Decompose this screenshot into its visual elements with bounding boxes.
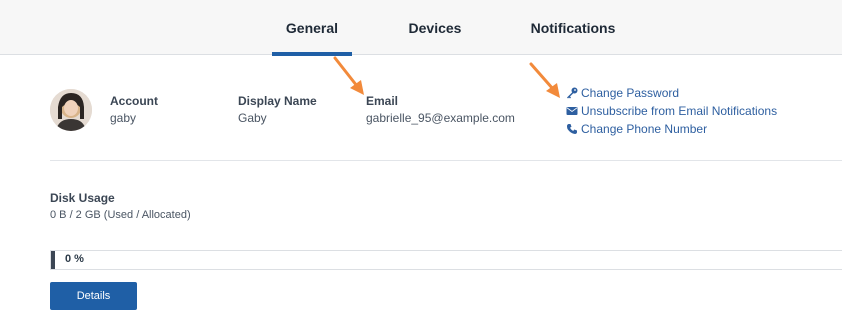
disk-usage-detail: 0 B / 2 GB (Used / Allocated) xyxy=(50,209,191,221)
unsubscribe-link[interactable]: Unsubscribe from Email Notifications xyxy=(566,102,777,120)
change-password-link[interactable]: Change Password xyxy=(566,84,777,102)
avatar xyxy=(50,89,92,131)
progress-text: 0 % xyxy=(65,253,84,265)
account-actions: Change Password Unsubscribe from Email N… xyxy=(566,84,777,138)
envelope-icon xyxy=(566,107,578,115)
key-icon xyxy=(567,87,578,99)
account-label: Account xyxy=(110,94,158,108)
disk-usage-progress: 0 % xyxy=(50,250,842,270)
display-name-label: Display Name xyxy=(238,94,317,108)
tab-bar: General Devices Notifications xyxy=(0,0,842,56)
disk-usage-title: Disk Usage xyxy=(50,191,115,205)
phone-icon xyxy=(567,124,577,134)
section-divider xyxy=(50,160,842,161)
details-button[interactable]: Details xyxy=(50,282,137,310)
tab-devices[interactable]: Devices xyxy=(396,0,474,55)
tab-notifications[interactable]: Notifications xyxy=(522,0,624,55)
progress-fill xyxy=(51,251,55,269)
change-password-label: Change Password xyxy=(581,86,680,100)
tab-general[interactable]: General xyxy=(272,0,352,56)
display-name-value: Gaby xyxy=(238,111,267,125)
change-phone-label: Change Phone Number xyxy=(581,122,708,136)
email-value: gabrielle_95@example.com xyxy=(366,111,515,125)
account-value: gaby xyxy=(110,111,137,125)
annotation-arrow-email xyxy=(333,56,364,95)
user-photo-icon xyxy=(50,89,92,131)
change-phone-link[interactable]: Change Phone Number xyxy=(566,120,777,138)
email-label: Email xyxy=(366,94,399,108)
unsubscribe-label: Unsubscribe from Email Notifications xyxy=(581,104,778,118)
annotation-arrow-unsubscribe xyxy=(529,62,560,98)
